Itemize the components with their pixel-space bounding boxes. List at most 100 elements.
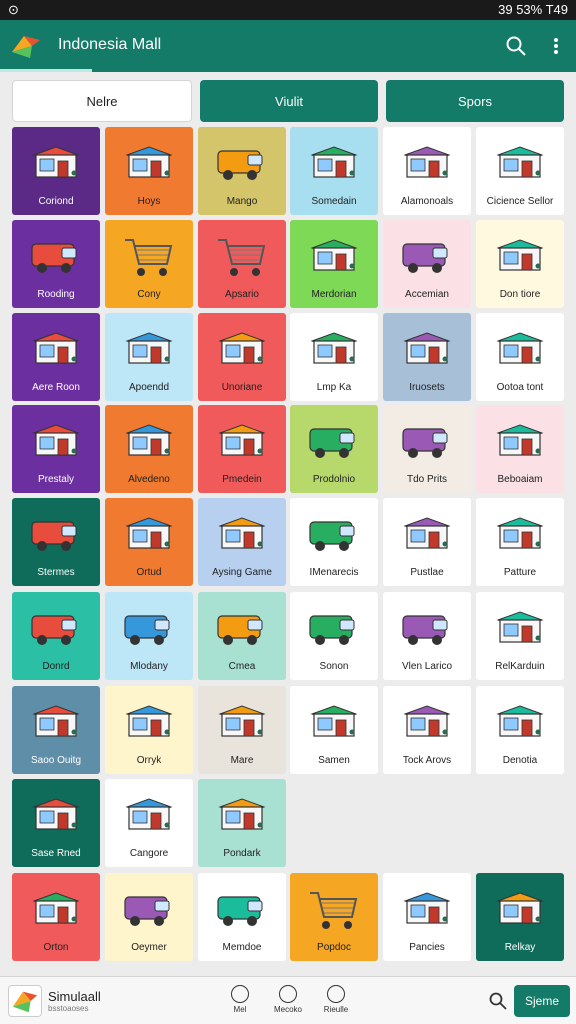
store-tile-label: Stermes: [37, 567, 75, 578]
store-tile[interactable]: Cangore: [105, 779, 193, 867]
store-tile[interactable]: Aysing Game: [198, 498, 286, 586]
store-tile[interactable]: Rooding: [12, 220, 100, 308]
nav-item-mel[interactable]: Mel: [222, 985, 258, 1014]
store-icon: [403, 892, 451, 924]
store-tile[interactable]: Pustlae: [383, 498, 471, 586]
store-tile[interactable]: Mango: [198, 127, 286, 215]
store-icon: [32, 332, 80, 364]
store-tile[interactable]: Samen: [290, 686, 378, 774]
store-icon: [496, 146, 544, 178]
tab-viulit[interactable]: Viulit: [200, 80, 378, 122]
store-tile[interactable]: Saoo Ouitg: [12, 686, 100, 774]
store-tile[interactable]: Popdoc: [290, 873, 378, 961]
store-icon: [496, 611, 544, 643]
store-tile[interactable]: IMenarecis: [290, 498, 378, 586]
store-tile[interactable]: Patture: [476, 498, 564, 586]
store-tile[interactable]: Vlen Larico: [383, 592, 471, 680]
store-tile[interactable]: Alvedeno: [105, 405, 193, 493]
store-tile-label: Patture: [503, 567, 537, 578]
store-tile-label: Samen: [318, 755, 350, 766]
van-icon: [402, 428, 448, 458]
van-icon: [31, 615, 77, 645]
store-tile-label: Donrd: [42, 661, 70, 672]
store-tile[interactable]: Mare: [198, 686, 286, 774]
store-tile[interactable]: Unoriane: [198, 313, 286, 401]
store-tile[interactable]: Orton: [12, 873, 100, 961]
store-icon: [310, 146, 358, 178]
bottom-bar: Simulaall bsstoaoses Mel Mecoko Rieulle …: [0, 976, 576, 1024]
store-tile[interactable]: Ootoa tont: [476, 313, 564, 401]
store-tile[interactable]: Donrd: [12, 592, 100, 680]
store-tile-label: Accemian: [405, 289, 449, 300]
store-tile-label: Mare: [230, 755, 254, 766]
more-vertical-icon[interactable]: [548, 34, 564, 58]
van-icon: [31, 243, 77, 273]
store-tile-label: Cangore: [129, 848, 169, 859]
store-tile[interactable]: Prestaly: [12, 405, 100, 493]
store-tile-label: Orryk: [136, 755, 162, 766]
store-icon: [403, 517, 451, 549]
store-tile[interactable]: Memdoe: [198, 873, 286, 961]
store-tile[interactable]: Iruosets: [383, 313, 471, 401]
store-tile[interactable]: Accemian: [383, 220, 471, 308]
store-tile[interactable]: Tdo Prits: [383, 405, 471, 493]
store-tile-label: Rooding: [37, 289, 75, 300]
store-tile[interactable]: Apoendd: [105, 313, 193, 401]
store-tile[interactable]: Lmp Ka: [290, 313, 378, 401]
store-tile[interactable]: Tock Arovs: [383, 686, 471, 774]
store-tile[interactable]: Prodolnio: [290, 405, 378, 493]
store-icon: [125, 798, 173, 830]
store-tile[interactable]: Hoys: [105, 127, 193, 215]
store-tile[interactable]: Oeymer: [105, 873, 193, 961]
tab-nelre[interactable]: Nelre: [12, 80, 192, 122]
store-tile[interactable]: Coriond: [12, 127, 100, 215]
store-tile[interactable]: Merdorian: [290, 220, 378, 308]
store-tile[interactable]: Ortud: [105, 498, 193, 586]
store-tile[interactable]: Cicience Sellor: [476, 127, 564, 215]
nav-item-mecoko[interactable]: Mecoko: [270, 985, 306, 1014]
store-tile[interactable]: Alamonoals: [383, 127, 471, 215]
store-tile[interactable]: Sonon: [290, 592, 378, 680]
store-tile[interactable]: Pmedein: [198, 405, 286, 493]
tab-spors[interactable]: Spors: [386, 80, 564, 122]
store-tile[interactable]: Aere Roon: [12, 313, 100, 401]
nav-item-label: Mecoko: [273, 1005, 302, 1014]
van-icon: [124, 615, 170, 645]
store-icon: [125, 146, 173, 178]
store-tile-label: Pancies: [409, 942, 445, 953]
bottom-search-icon[interactable]: [488, 991, 508, 1011]
store-tile-label: Cmea: [228, 661, 256, 672]
search-icon[interactable]: [504, 34, 528, 58]
nav-mel-icon: [231, 985, 249, 1003]
store-tile[interactable]: Mlodany: [105, 592, 193, 680]
store-tile-label: Mlodany: [130, 661, 168, 672]
store-tile[interactable]: Cony: [105, 220, 193, 308]
store-tile[interactable]: Beboaiam: [476, 405, 564, 493]
primary-action-button[interactable]: Sjeme: [514, 985, 570, 1017]
store-tile[interactable]: Pancies: [383, 873, 471, 961]
store-tile[interactable]: Pondark: [198, 779, 286, 867]
bottom-app-logo: [8, 985, 42, 1017]
store-tile[interactable]: Orryk: [105, 686, 193, 774]
store-tile[interactable]: Cmea: [198, 592, 286, 680]
store-tile-label: Oeymer: [131, 942, 167, 953]
tab-row: Nelre Viulit Spors: [12, 80, 564, 122]
store-tile[interactable]: Denotia: [476, 686, 564, 774]
store-tile[interactable]: RelKarduin: [476, 592, 564, 680]
store-tile[interactable]: Somedain: [290, 127, 378, 215]
store-tile[interactable]: Stermes: [12, 498, 100, 586]
van-icon: [124, 896, 170, 926]
store-tile-label: Pondark: [223, 848, 261, 859]
store-icon: [32, 798, 80, 830]
store-tile-label: Denotia: [502, 755, 538, 766]
store-icon: [218, 517, 266, 549]
store-tile-label: RelKarduin: [495, 661, 545, 672]
store-tile[interactable]: Don tiore: [476, 220, 564, 308]
store-tile-label: Pustlae: [410, 567, 444, 578]
nav-rieulle-icon: [327, 985, 345, 1003]
nav-item-rieulle[interactable]: Rieulle: [318, 985, 354, 1014]
store-tile[interactable]: Relkay: [476, 873, 564, 961]
store-tile[interactable]: Sase Rned: [12, 779, 100, 867]
store-tile[interactable]: Apsario: [198, 220, 286, 308]
store-tile-label: Sonon: [319, 661, 349, 672]
